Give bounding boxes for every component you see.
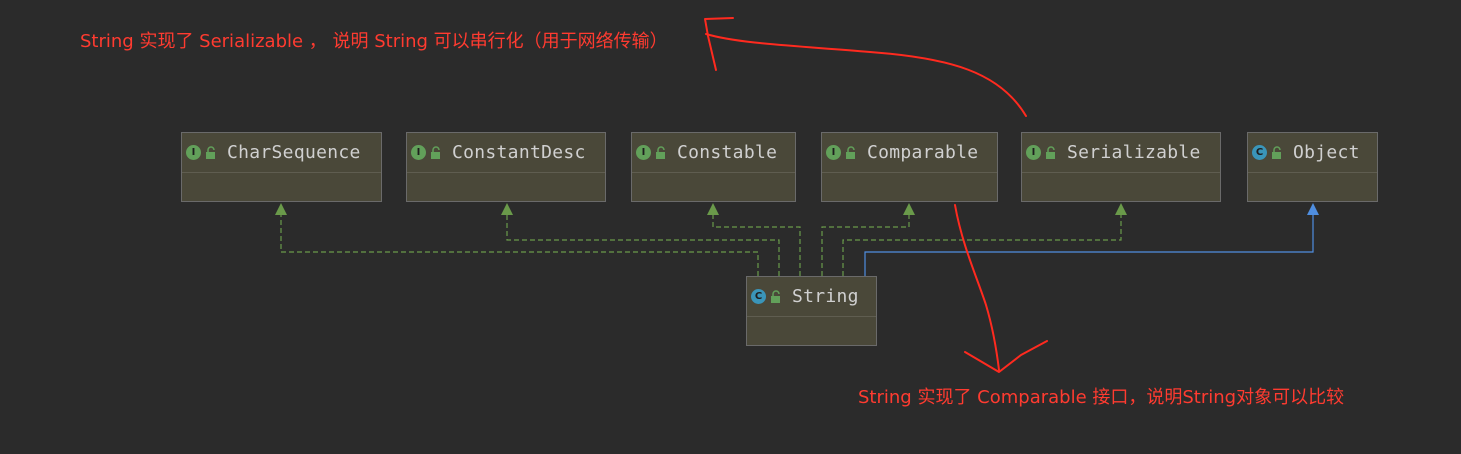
annotation-arrowhead-comparable bbox=[964, 340, 1048, 373]
lock-open-icon bbox=[1046, 145, 1055, 159]
node-name: Object bbox=[1293, 142, 1360, 163]
lock-open-icon bbox=[846, 145, 855, 159]
lock-open-icon bbox=[1272, 145, 1281, 159]
implements-line-constantdesc bbox=[506, 213, 780, 276]
node-header: I CharSequence bbox=[182, 133, 381, 173]
annotation-serializable: String 实现了 Serializable ， 说明 String 可以串行… bbox=[80, 31, 668, 52]
annotation-comparable: String 实现了 Comparable 接口，说明String对象可以比较 bbox=[858, 387, 1345, 408]
node-string[interactable]: C String bbox=[746, 276, 877, 346]
node-constable[interactable]: I Constable bbox=[631, 132, 796, 202]
node-name: ConstantDesc bbox=[452, 142, 586, 163]
node-constantdesc[interactable]: I ConstantDesc bbox=[406, 132, 606, 202]
interface-icon: I bbox=[411, 145, 426, 160]
node-members bbox=[1248, 173, 1377, 201]
arrowhead-constantdesc bbox=[501, 203, 513, 215]
node-members bbox=[632, 173, 795, 201]
node-charsequence[interactable]: I CharSequence bbox=[181, 132, 382, 202]
arrowhead-comparable bbox=[903, 203, 915, 215]
interface-icon: I bbox=[186, 145, 201, 160]
annotation-arrowhead-serializable bbox=[704, 17, 734, 71]
node-members bbox=[407, 173, 605, 201]
node-name: Constable bbox=[677, 142, 778, 163]
node-name: Comparable bbox=[867, 142, 979, 163]
lock-open-icon bbox=[771, 289, 780, 303]
node-members bbox=[747, 317, 876, 345]
interface-icon: I bbox=[636, 145, 651, 160]
class-icon: C bbox=[1252, 145, 1267, 160]
node-name: Serializable bbox=[1067, 142, 1201, 163]
implements-line-serializable bbox=[842, 213, 1122, 276]
node-header: C Object bbox=[1248, 133, 1377, 173]
arrowhead-serializable bbox=[1115, 203, 1127, 215]
lock-open-icon bbox=[431, 145, 440, 159]
node-header: C String bbox=[747, 277, 876, 317]
node-header: I Constable bbox=[632, 133, 795, 173]
node-members bbox=[1022, 173, 1220, 201]
implements-line-constable bbox=[712, 213, 801, 276]
lock-open-icon bbox=[656, 145, 665, 159]
node-name: String bbox=[792, 286, 859, 307]
arrowhead-constable bbox=[707, 203, 719, 215]
node-comparable[interactable]: I Comparable bbox=[821, 132, 998, 202]
node-header: I Comparable bbox=[822, 133, 997, 173]
implements-line-charsequence bbox=[280, 213, 759, 276]
node-serializable[interactable]: I Serializable bbox=[1021, 132, 1221, 202]
lock-open-icon bbox=[206, 145, 215, 159]
annotation-arrow-serializable bbox=[705, 33, 1027, 117]
node-header: I Serializable bbox=[1022, 133, 1220, 173]
interface-icon: I bbox=[826, 145, 841, 160]
interface-icon: I bbox=[1026, 145, 1041, 160]
node-object[interactable]: C Object bbox=[1247, 132, 1378, 202]
arrowhead-charsequence bbox=[275, 203, 287, 215]
extends-line-object bbox=[864, 213, 1314, 276]
arrowhead-object bbox=[1307, 203, 1319, 215]
node-header: I ConstantDesc bbox=[407, 133, 605, 173]
annotation-arrow-comparable bbox=[954, 204, 1000, 371]
node-members bbox=[822, 173, 997, 201]
node-name: CharSequence bbox=[227, 142, 361, 163]
node-members bbox=[182, 173, 381, 201]
class-icon: C bbox=[751, 289, 766, 304]
